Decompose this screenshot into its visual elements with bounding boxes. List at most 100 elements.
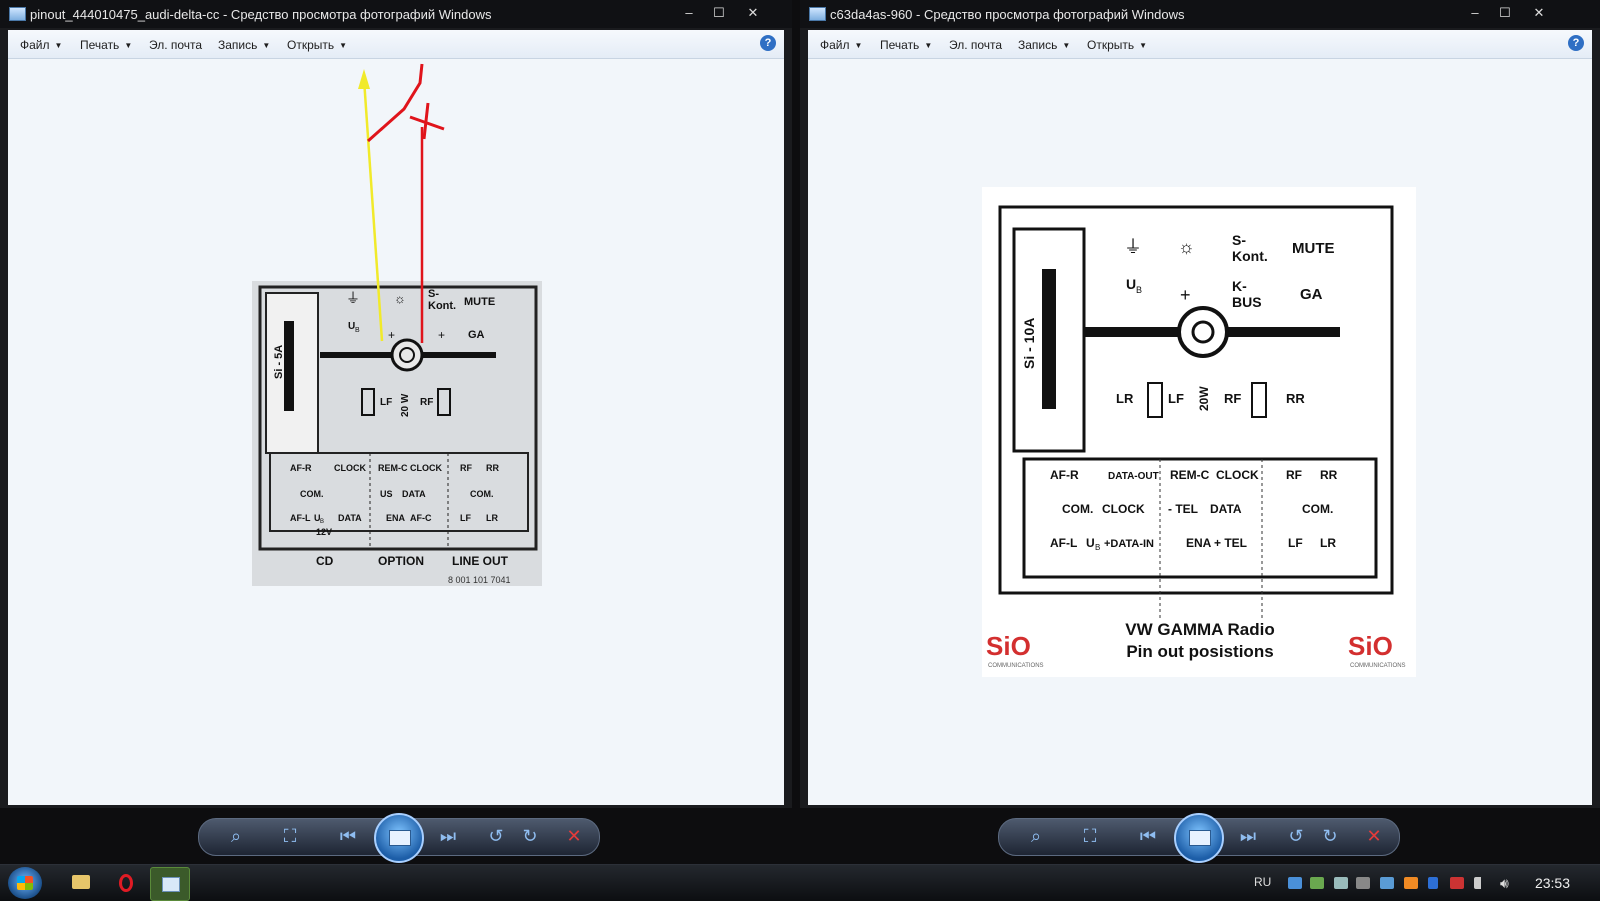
previous-icon[interactable]: ⏮ [334,823,362,849]
close-button[interactable]: ✕ [1526,3,1552,23]
chevron-down-icon: ▼ [924,41,933,50]
pin-data-in: +DATA-IN [1104,538,1154,550]
menu-bar: Файл ▼ Печать ▼ Эл. почта Запись ▼ Открыть ▼… [808,30,1592,59]
slideshow-button[interactable] [1174,813,1224,863]
language-indicator[interactable]: RU [1254,875,1271,889]
pin-data: DATA [338,513,362,523]
help-icon[interactable]: ? [1568,35,1584,51]
minimize-button[interactable]: – [676,3,702,23]
help-icon[interactable]: ? [760,35,776,51]
volume-icon[interactable]: 🔊︎ [1500,875,1509,892]
display-tray-icon[interactable] [1334,877,1348,889]
signal-icon[interactable] [1474,877,1488,889]
zoom-icon[interactable]: ⌕ [1022,823,1050,849]
fuse-label: Si - 5A [273,345,285,379]
menu-file[interactable]: Файл ▼ [20,38,62,52]
ground-icon: ⏚ [1124,237,1142,257]
rotate-right-icon[interactable]: ↻ [516,823,544,849]
start-button[interactable] [8,867,42,899]
pin-af-r: AF-R [1050,468,1079,482]
delete-icon[interactable]: ✕ [1360,823,1388,849]
pin-rem-c: REM-C [1170,468,1210,482]
maximize-button[interactable]: ☐ [706,3,732,23]
red-cross-mark [409,102,445,140]
pin-ub: U [1086,536,1095,550]
ga-label: GA [468,329,485,341]
pin-com: COM. [300,489,324,499]
pin-rem-c: REM-C [378,463,408,473]
lf-label: LF [1168,391,1184,406]
menu-open[interactable]: Открыть ▼ [287,38,347,52]
network-tray-icon[interactable] [1288,877,1302,889]
taskbar: RU 🔊︎ 23:53 [0,864,1600,901]
menu-burn[interactable]: Запись ▼ [1018,38,1070,52]
close-button[interactable]: ✕ [740,3,766,23]
chevron-down-icon: ▼ [124,41,133,50]
rotate-right-icon[interactable]: ↻ [1316,823,1344,849]
pinout-image-audi-delta: Si - 5A ⏚ ☼ S- Kont. MUTE U B + + GA LF … [252,63,542,586]
window-title: c63da4as-960 - Средство просмотра фотогр… [830,7,1185,22]
rotate-left-icon[interactable]: ↺ [482,823,510,849]
pin-lr: LR [486,513,498,523]
slideshow-icon [389,830,411,846]
k-label: K- [1232,278,1247,294]
pin-data-out: DATA-OUT [1108,471,1159,482]
slideshow-button[interactable] [374,813,424,863]
actual-size-icon[interactable]: ⛶ [1076,823,1104,849]
next-icon[interactable]: ⏭ [434,823,462,849]
monitor-tray-icon[interactable] [1356,877,1370,889]
pin-minus-tel: - TEL [1168,502,1198,516]
photo-viewer-icon [162,877,180,892]
taskbar-explorer[interactable] [62,867,100,899]
menu-print[interactable]: Печать ▼ [80,38,132,52]
plus-icon: + [388,328,395,342]
device-tray-icon[interactable] [1380,877,1394,889]
taskbar-opera[interactable] [108,867,146,899]
taskbar-photo-viewer[interactable] [150,867,190,901]
menu-file[interactable]: Файл ▼ [820,38,862,52]
minimize-button[interactable]: – [1462,3,1488,23]
previous-icon[interactable]: ⏮ [1134,823,1162,849]
menu-email[interactable]: Эл. почта [149,38,202,52]
chevron-down-icon: ▼ [262,41,271,50]
rotate-left-icon[interactable]: ↺ [1282,823,1310,849]
chevron-down-icon: ▼ [1062,41,1071,50]
center-circle [390,338,424,372]
pin-com-lo: COM. [470,489,494,499]
pin-ena: ENA [1186,536,1212,550]
power-label: 20 W [400,393,411,417]
power-label: 20W [1197,386,1211,411]
pin-af-r: AF-R [290,463,312,473]
mail-tray-icon[interactable] [1404,877,1418,889]
menu-print[interactable]: Печать ▼ [880,38,932,52]
menu-open[interactable]: Открыть ▼ [1087,38,1147,52]
nvidia-tray-icon[interactable] [1310,877,1324,889]
pin-af-l: AF-L [290,513,311,523]
clock[interactable]: 23:53 [1535,875,1570,891]
menu-burn[interactable]: Запись ▼ [218,38,270,52]
bluetooth-icon[interactable] [1428,877,1438,889]
pin-ub-sub: B [1095,543,1100,552]
pin-ub-sub: B [320,519,324,525]
delete-icon[interactable]: ✕ [560,823,588,849]
chevron-down-icon: ▼ [1139,41,1148,50]
title-bar[interactable]: pinout_444010475_audi-delta-cc - Средств… [0,0,792,28]
s-label: S- [1232,232,1246,248]
mute-label: MUTE [1292,240,1335,257]
light-icon: ☼ [1178,237,1195,257]
zoom-icon[interactable]: ⌕ [222,823,250,849]
pin-com: COM. [1062,502,1093,516]
security-tray-icon[interactable] [1450,877,1464,889]
next-icon[interactable]: ⏭ [1234,823,1262,849]
logo-subtext: COMMUNICATIONS [1350,663,1406,669]
menu-email[interactable]: Эл. почта [949,38,1002,52]
fuse-bar [1042,269,1056,409]
rr-label: RR [1286,391,1305,406]
logo-subtext: COMMUNICATIONS [988,663,1044,669]
photo-viewer-app-icon [9,7,26,21]
title-bar[interactable]: c63da4as-960 - Средство просмотра фотогр… [800,0,1600,28]
maximize-button[interactable]: ☐ [1492,3,1518,23]
pin-data-b2: DATA [1210,502,1242,516]
pin-af-l: AF-L [1050,536,1077,550]
actual-size-icon[interactable]: ⛶ [276,823,304,849]
